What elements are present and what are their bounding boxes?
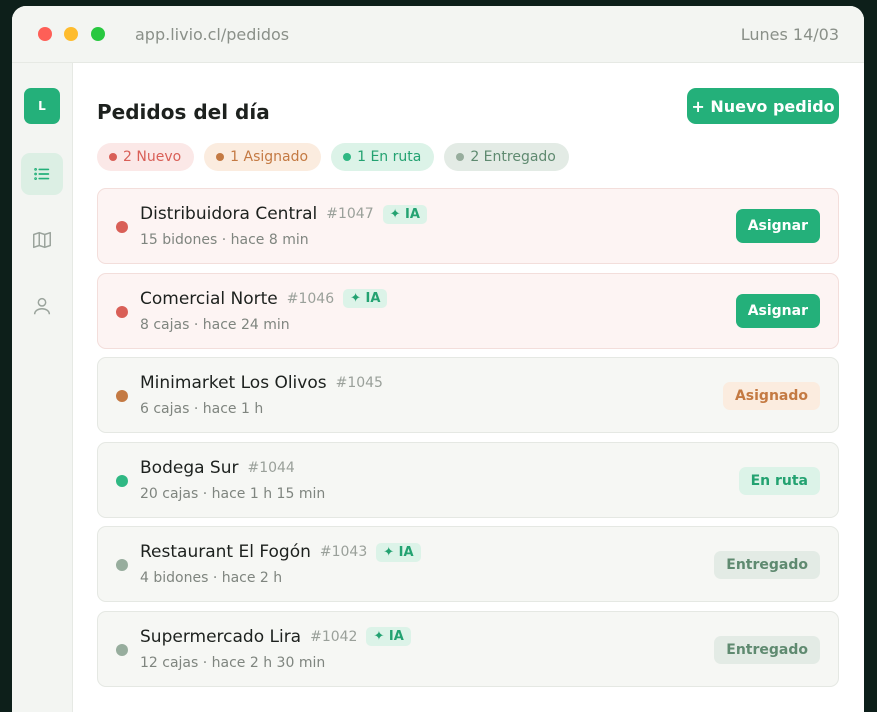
status-badge: En ruta [738,466,820,495]
order-number: #1045 [335,375,383,392]
ia-badge: ✦ IA [382,204,427,224]
status-dot [216,153,225,161]
order-row[interactable]: Minimarket Los Olivos #1045 6 cajas · ha… [97,357,839,434]
sidebar: L [12,63,73,712]
order-meta: 12 cajas · hace 2 h 30 min [140,654,326,671]
status-dot [116,221,128,233]
filter-chip-route[interactable]: 1 En ruta [331,143,435,171]
address-bar[interactable]: app.livio.cl/pedidos [135,25,289,44]
title-bar: app.livio.cl/pedidos Lunes 14/03 [12,6,864,63]
minimize-window-button[interactable] [64,27,78,41]
order-name: Bodega Sur [140,457,239,478]
status-badge: Entregado [714,635,820,664]
new-order-button[interactable]: + Nuevo pedido [687,88,839,124]
order-name: Minimarket Los Olivos [140,373,327,394]
status-dot [343,153,352,161]
order-number: #1047 [326,206,374,222]
status-badge: Entregado [714,551,820,580]
order-meta: 20 cajas · hace 1 h 15 min [140,485,326,502]
filter-chip-delivered[interactable]: 2 Entregado [444,143,569,171]
app-window: app.livio.cl/pedidos Lunes 14/03 L Pedid… [12,6,864,712]
page-title: Pedidos del día [97,100,270,124]
status-dot [116,474,128,487]
filter-chip-new[interactable]: 2 Nuevo [97,143,195,171]
order-number: #1044 [247,459,295,476]
map-icon [33,231,51,249]
order-number: #1043 [319,544,368,561]
status-dot [109,153,117,161]
close-window-button[interactable] [38,27,52,41]
order-number: #1046 [286,290,335,307]
order-name: Restaurant El Fogón [140,542,311,563]
sidebar-item-map[interactable] [21,219,63,261]
sidebar-item-profile[interactable] [21,285,63,327]
order-meta: 15 bidones · hace 8 min [140,232,309,248]
order-row[interactable]: Supermercado Lira #1042 ✦ IA 12 cajas · … [97,610,839,687]
orders-list: Distribuidora Central #1047 ✦ IA 15 bido… [97,188,839,696]
filter-chip-assigned[interactable]: 1 Asignado [204,143,322,171]
ia-badge: ✦ IA [343,289,388,309]
order-meta: 8 cajas · hace 24 min [140,316,290,333]
order-row[interactable]: Bodega Sur #1044 20 cajas · hace 1 h 15 … [97,441,839,518]
status-dot [116,643,128,656]
filter-chip-label: 1 Asignado [230,149,309,165]
filter-chip-label: 1 En ruta [357,149,422,165]
main-content: Pedidos del día + Nuevo pedido 2 Nuevo 1… [73,63,864,712]
status-dot [116,559,128,572]
order-meta: 6 cajas · hace 1 h [140,401,264,418]
status-badge: Asignado [722,382,820,411]
order-name: Comercial Norte [140,288,278,309]
status-filters: 2 Nuevo 1 Asignado 1 En ruta 2 Entregado [97,143,569,171]
filter-chip-label: 2 Entregado [470,149,556,165]
current-date: Lunes 14/03 [740,25,839,44]
order-meta: 4 bidones · hace 2 h [140,570,283,587]
user-icon [33,297,51,315]
status-dot [116,305,128,318]
status-dot [116,390,128,403]
assign-button[interactable]: Asignar [735,209,820,243]
ia-badge: ✦ IA [366,627,411,647]
order-row[interactable]: Restaurant El Fogón #1043 ✦ IA 4 bidones… [97,526,839,603]
app-logo: L [24,88,60,124]
assign-button[interactable]: Asignar [735,293,820,328]
status-dot [456,153,465,161]
list-icon [34,168,50,180]
sidebar-item-orders[interactable] [21,153,63,195]
ia-badge: ✦ IA [376,542,421,562]
order-name: Distribuidora Central [140,204,318,224]
filter-chip-label: 2 Nuevo [123,149,182,165]
order-number: #1042 [310,628,358,645]
order-row[interactable]: Distribuidora Central #1047 ✦ IA 15 bido… [97,188,839,264]
order-row[interactable]: Comercial Norte #1046 ✦ IA 8 cajas · hac… [97,272,839,349]
maximize-window-button[interactable] [91,27,105,41]
order-name: Supermercado Lira [140,626,302,647]
